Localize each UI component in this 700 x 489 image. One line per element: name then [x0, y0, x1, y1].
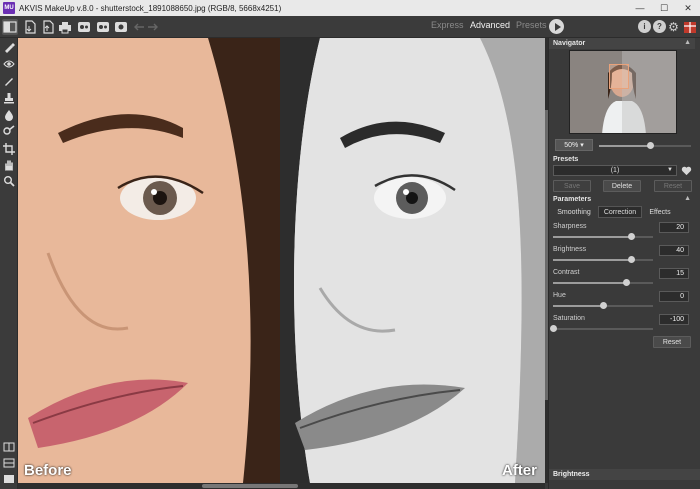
brush-icon[interactable] [2, 74, 16, 88]
image-canvas[interactable]: Before After [18, 38, 545, 483]
navigator-view-frame[interactable] [609, 64, 629, 89]
stamp-icon[interactable] [2, 91, 16, 105]
app-logo: MU [3, 2, 15, 14]
before-after-icon[interactable] [2, 19, 18, 35]
param-slider-fill [553, 259, 631, 261]
param-slider-knob[interactable] [628, 233, 635, 240]
mode-tab-presets[interactable]: Presets [516, 20, 547, 30]
title-bar: MU AKVIS MakeUp v.8.0 - shutterstock_189… [0, 0, 700, 16]
settings-panel: Navigator ▲ 50% ▾ Presets (1) ▼ Save Del… [548, 38, 700, 489]
zoom-icon[interactable] [2, 174, 16, 188]
navigator-title: Navigator [553, 40, 586, 47]
tab-smoothing[interactable]: Smoothing [553, 206, 595, 218]
tab-effects[interactable]: Effects [645, 206, 675, 218]
preferences-icon[interactable]: ⚙ [667, 20, 680, 34]
hint-panel-title: Brightness [549, 469, 700, 480]
presets-header: Presets [549, 154, 695, 165]
fit-view-icon[interactable] [2, 472, 16, 486]
param-label-contrast: Contrast [553, 269, 580, 276]
print-icon[interactable] [57, 19, 73, 35]
window-title: AKVIS MakeUp v.8.0 - shutterstock_189108… [19, 3, 282, 13]
after-image: After [280, 38, 545, 483]
zoom-slider-knob[interactable] [646, 142, 654, 149]
tool-column [0, 38, 18, 489]
navigator-preview[interactable] [569, 50, 677, 134]
share-icon[interactable] [95, 19, 111, 35]
param-value-brightness[interactable]: 40 [659, 245, 689, 256]
save-icon[interactable] [40, 19, 56, 35]
horizontal-scrollbar[interactable] [18, 483, 545, 489]
run-button[interactable] [549, 19, 564, 34]
tab-correction[interactable]: Correction [598, 206, 642, 218]
chevron-up-icon[interactable]: ▲ [684, 195, 691, 202]
open-icon[interactable] [22, 19, 38, 35]
maximize-button[interactable]: ☐ [652, 0, 676, 16]
reset-parameters-button[interactable]: Reset [653, 336, 691, 348]
zoom-select[interactable]: 50% ▾ [555, 139, 593, 151]
zoom-slider[interactable] [599, 142, 691, 149]
batch-icon[interactable] [76, 19, 92, 35]
presets-title: Presets [553, 156, 579, 163]
param-slider-contrast[interactable] [553, 279, 653, 286]
param-slider-fill [553, 305, 603, 307]
after-face [280, 38, 545, 483]
param-value-saturation[interactable]: -100 [659, 314, 689, 325]
param-label-saturation: Saturation [553, 315, 585, 322]
param-slider-sharpness[interactable] [553, 233, 653, 240]
favorite-icon[interactable] [681, 165, 692, 176]
param-value-sharpness[interactable]: 20 [659, 222, 689, 233]
gift-icon[interactable] [682, 19, 698, 35]
split-view-icon[interactable] [2, 440, 16, 454]
before-face [18, 38, 280, 483]
navigator-header[interactable]: Navigator ▲ [549, 38, 695, 49]
info-icon[interactable]: i [638, 20, 651, 33]
before-image: Before [18, 38, 280, 483]
param-slider-hue[interactable] [553, 302, 653, 309]
after-label: After [501, 462, 537, 479]
zoom-slider-fill [599, 145, 650, 147]
param-slider-knob[interactable] [600, 302, 607, 309]
param-slider-knob[interactable] [550, 325, 557, 332]
param-slider-fill [553, 236, 631, 238]
param-label-hue: Hue [553, 292, 566, 299]
horizontal-scroll-thumb[interactable] [202, 484, 298, 488]
parameters-header[interactable]: Parameters ▲ [549, 194, 695, 205]
window-controls: — ☐ ✕ [628, 0, 700, 16]
mode-tab-advanced[interactable]: Advanced [470, 20, 510, 30]
hand-icon[interactable] [2, 158, 16, 172]
param-value-contrast[interactable]: 15 [659, 268, 689, 279]
drop-icon[interactable] [2, 108, 16, 122]
param-slider-knob[interactable] [628, 256, 635, 263]
chain-brush-icon[interactable] [2, 124, 16, 138]
param-label-brightness: Brightness [553, 246, 587, 253]
before-label: Before [24, 462, 72, 479]
compare-view-icon[interactable] [2, 456, 16, 470]
chevron-up-icon[interactable]: ▲ [684, 39, 691, 46]
param-label-sharpness: Sharpness [553, 223, 587, 230]
mode-tab-express[interactable]: Express [431, 20, 464, 30]
param-slider-brightness[interactable] [553, 256, 653, 263]
reset-preset-button[interactable]: Reset [654, 180, 692, 192]
close-button[interactable]: ✕ [676, 0, 700, 16]
redo-icon[interactable] [145, 19, 161, 35]
crop-icon[interactable] [2, 142, 16, 156]
chevron-down-icon: ▼ [667, 167, 673, 173]
preset-select[interactable]: (1) ▼ [553, 165, 677, 176]
minimize-button[interactable]: — [628, 0, 652, 16]
param-slider-fill [553, 282, 626, 284]
param-slider-saturation[interactable] [550, 325, 653, 332]
settings-icon[interactable] [113, 19, 129, 35]
delete-preset-button[interactable]: Delete [603, 180, 641, 192]
parameters-title: Parameters [553, 196, 592, 203]
smoothing-brush-icon[interactable] [2, 40, 16, 54]
main-toolbar: Express Advanced Presets i ? ⚙ [0, 16, 700, 38]
help-icon[interactable]: ? [653, 20, 666, 33]
eye-icon[interactable] [2, 57, 16, 71]
save-preset-button[interactable]: Save [553, 180, 591, 192]
param-value-hue[interactable]: 0 [659, 291, 689, 302]
param-slider-knob[interactable] [623, 279, 630, 286]
